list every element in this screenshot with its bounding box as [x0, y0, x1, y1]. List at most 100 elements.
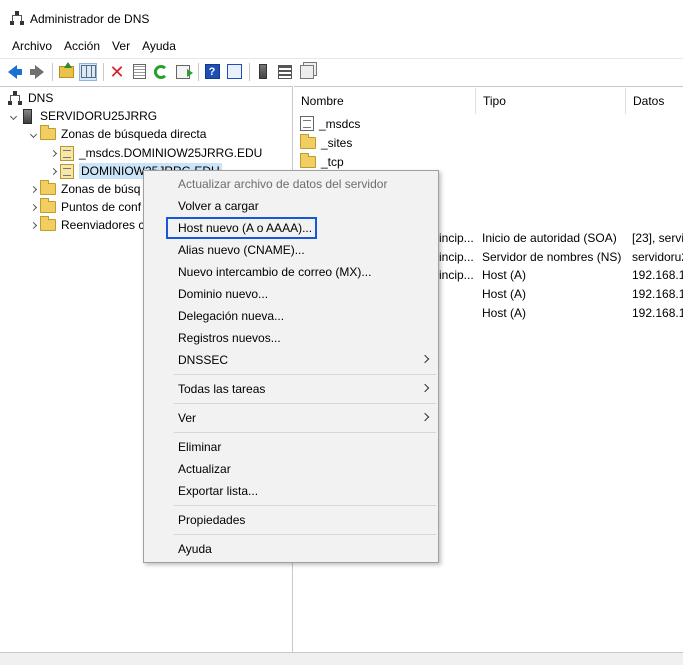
chevron-right-icon[interactable]: [26, 184, 40, 195]
record-type: Inicio de autoridad (SOA): [482, 231, 617, 245]
menu-ver[interactable]: Ver: [106, 39, 136, 53]
zone-icon: [60, 163, 74, 179]
help-icon: ?: [204, 64, 220, 79]
menu-item-all-tasks[interactable]: Todas las tareas: [144, 378, 438, 400]
show-tree-button[interactable]: [79, 62, 97, 81]
tree-label-server: SERVIDORU25JRRG: [40, 109, 158, 123]
menu-item-refresh[interactable]: Actualizar: [144, 458, 438, 480]
menu-separator: [174, 534, 436, 535]
menu-item-dnssec[interactable]: DNSSEC: [144, 349, 438, 371]
zone-icon: [60, 145, 74, 161]
tree-label-zone-msdcs: _msdcs.DOMINIOW25JRRG.EDU: [79, 146, 263, 160]
list-item[interactable]: _tcp: [300, 152, 344, 171]
folder-icon: [300, 152, 316, 168]
refresh-button[interactable]: [152, 63, 170, 81]
list-item[interactable]: _msdcs: [300, 114, 360, 133]
folder-icon: [40, 125, 56, 140]
column-header-name[interactable]: Nombre: [294, 88, 476, 114]
menu-ayuda[interactable]: Ayuda: [136, 39, 182, 53]
column-header-type[interactable]: Tipo: [476, 88, 626, 114]
up-level-button[interactable]: [57, 61, 75, 81]
properties-list-button[interactable]: [130, 63, 148, 81]
column-header-label: Tipo: [483, 94, 506, 108]
menu-item-new-records[interactable]: Registros nuevos...: [144, 327, 438, 349]
forward-icon: [30, 64, 44, 79]
list-item-name: _msdcs: [319, 116, 361, 131]
menu-item-view[interactable]: Ver: [144, 407, 438, 429]
menu-item-label: Todas las tareas: [178, 382, 266, 396]
copy-button[interactable]: [298, 63, 316, 81]
chevron-down-icon[interactable]: [6, 111, 20, 122]
record-type: Servidor de nombres (NS): [482, 250, 622, 264]
status-bar: [0, 652, 683, 665]
menu-separator: [174, 432, 436, 433]
tree-label-forwarders: Reenviadores c: [61, 218, 145, 232]
tree-item-server[interactable]: SERVIDORU25JRRG: [6, 107, 157, 125]
menu-item-new-domain[interactable]: Dominio nuevo...: [144, 283, 438, 305]
chevron-right-icon[interactable]: [46, 166, 60, 177]
toolbar-separator: [198, 62, 199, 81]
properties-icon: [226, 64, 242, 79]
tree-item-zone-msdcs[interactable]: _msdcs.DOMINIOW25JRRG.EDU: [46, 144, 262, 162]
record-data: 192.168.10: [632, 306, 683, 320]
record-data: 192.168.10: [632, 287, 683, 301]
help-button[interactable]: ?: [203, 63, 221, 81]
delete-icon: ✕: [109, 61, 125, 82]
server-icon: [259, 64, 267, 79]
record-data: servidoru2: [632, 250, 683, 264]
chevron-right-icon[interactable]: [26, 220, 40, 231]
tree-item-reverse-zones[interactable]: Zonas de búsq: [26, 180, 140, 198]
server-icon: [23, 108, 32, 124]
toolbar-separator: [249, 62, 250, 81]
toolbar-separator: [52, 62, 53, 81]
menu-item-new-alias[interactable]: Alias nuevo (CNAME)...: [144, 239, 438, 261]
menu-separator: [174, 403, 436, 404]
delete-button[interactable]: ✕: [108, 63, 126, 81]
tree-item-forwarders[interactable]: Reenviadores c: [26, 216, 144, 234]
menu-item-label: Ver: [178, 411, 197, 425]
toolbar-separator: [103, 62, 104, 81]
menu-item-delete[interactable]: Eliminar: [144, 436, 438, 458]
menu-archivo[interactable]: Archivo: [6, 39, 58, 53]
list-item[interactable]: _sites: [300, 133, 352, 152]
menu-item-label: DNSSEC: [178, 353, 229, 367]
properties-button[interactable]: [225, 63, 243, 81]
export-button[interactable]: [174, 63, 193, 81]
chevron-right-icon[interactable]: [46, 148, 60, 159]
chevron-right-icon: [420, 354, 430, 364]
menu-item-properties[interactable]: Propiedades: [144, 509, 438, 531]
tree-item-dns[interactable]: DNS: [8, 89, 53, 107]
list-item-name: _tcp: [321, 154, 344, 169]
tree-item-forward-zones[interactable]: Zonas de búsqueda directa: [26, 125, 206, 143]
menu-item-reload[interactable]: Volver a cargar: [144, 195, 438, 217]
record-name[interactable]: incip...: [439, 231, 475, 245]
list-item-name: _sites: [321, 135, 353, 150]
highlight-box: [166, 217, 317, 239]
record-type: Host (A): [482, 268, 527, 282]
tree-label-dns: DNS: [28, 91, 54, 105]
menu-item-new-mx[interactable]: Nuevo intercambio de correo (MX)...: [144, 261, 438, 283]
forward-button[interactable]: [28, 63, 46, 81]
menu-item-export-list[interactable]: Exportar lista...: [144, 480, 438, 502]
dns-icon: [8, 90, 22, 106]
record-name[interactable]: incip...: [439, 250, 475, 264]
menu-item-new-delegation[interactable]: Delegación nueva...: [144, 305, 438, 327]
back-icon: [8, 64, 22, 79]
tree-label-trust-points: Puntos de conf: [61, 200, 142, 214]
server-button[interactable]: [254, 63, 272, 81]
column-header-label: Datos: [633, 94, 665, 108]
chevron-down-icon[interactable]: [26, 129, 40, 140]
folder-icon: [300, 133, 316, 149]
record-name[interactable]: incip...: [439, 268, 475, 282]
folder-icon: [40, 180, 56, 195]
menu-accion[interactable]: Acción: [58, 39, 106, 53]
list-button[interactable]: [276, 63, 294, 81]
tree-item-trust-points[interactable]: Puntos de conf: [26, 198, 141, 216]
folder-icon: [40, 216, 56, 231]
menu-item-help[interactable]: Ayuda: [144, 538, 438, 560]
record-type: Host (A): [482, 306, 527, 320]
back-button[interactable]: [6, 63, 24, 81]
column-header-data[interactable]: Datos: [626, 88, 683, 114]
chevron-right-icon[interactable]: [26, 202, 40, 213]
menu-separator: [174, 374, 436, 375]
